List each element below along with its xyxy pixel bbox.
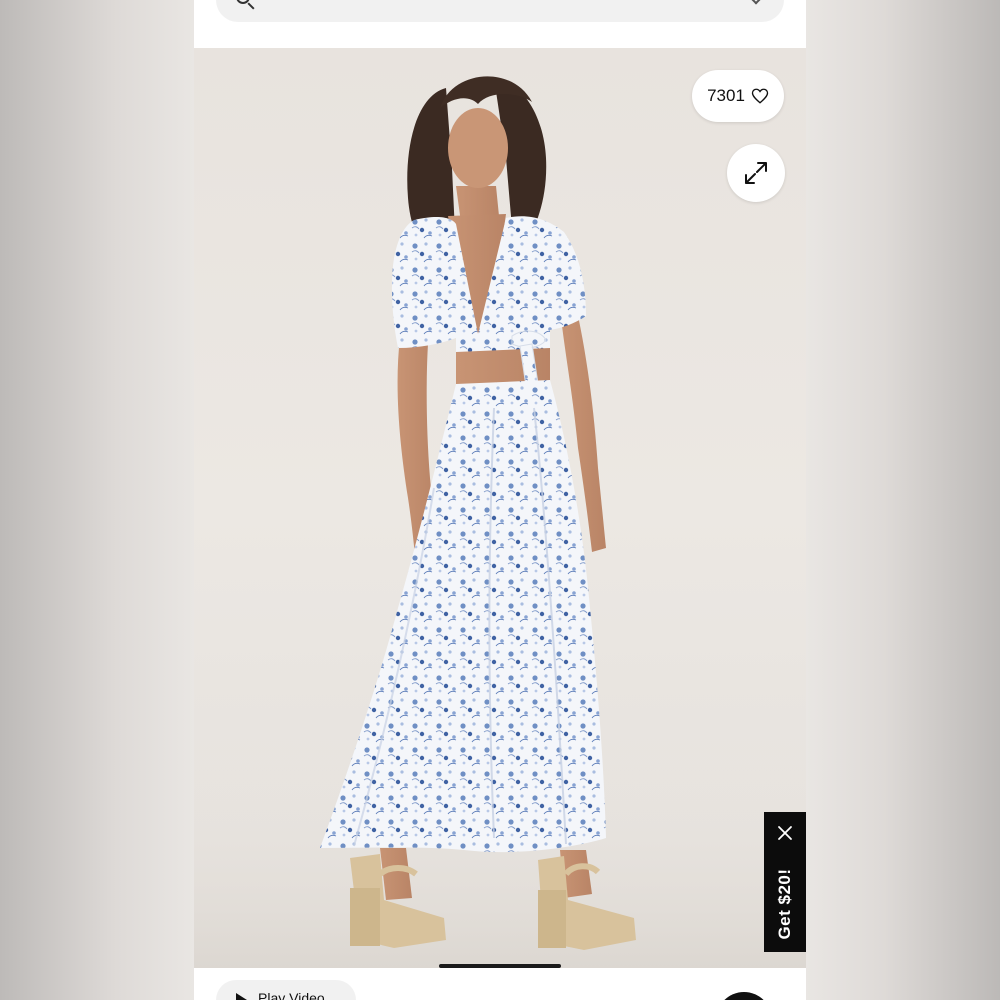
promo-label: Get $20! [775, 868, 794, 940]
search-bar[interactable] [216, 0, 784, 22]
model-photo [194, 76, 806, 968]
background-blur-right [806, 0, 1000, 1000]
background-blur-left [0, 0, 194, 1000]
chevron-down-icon[interactable] [747, 0, 765, 5]
promo-tab[interactable]: Get $20! [764, 812, 806, 952]
product-image[interactable]: 7301 Get $20! [194, 48, 806, 968]
expand-icon [745, 162, 767, 184]
play-video-button[interactable]: Play Video [216, 980, 356, 1000]
close-icon[interactable] [776, 824, 794, 842]
expand-button[interactable] [727, 144, 785, 202]
search-icon [236, 0, 250, 4]
play-video-label: Play Video [258, 990, 325, 1000]
likes-count: 7301 [707, 86, 745, 105]
chat-button[interactable] [716, 992, 772, 1000]
bottom-bar: Play Video [194, 968, 806, 1000]
app-screen: 7301 Get $20! Play Video [194, 0, 806, 1000]
play-icon [236, 993, 247, 1000]
heart-icon [751, 88, 769, 104]
likes-button[interactable]: 7301 [692, 70, 784, 122]
